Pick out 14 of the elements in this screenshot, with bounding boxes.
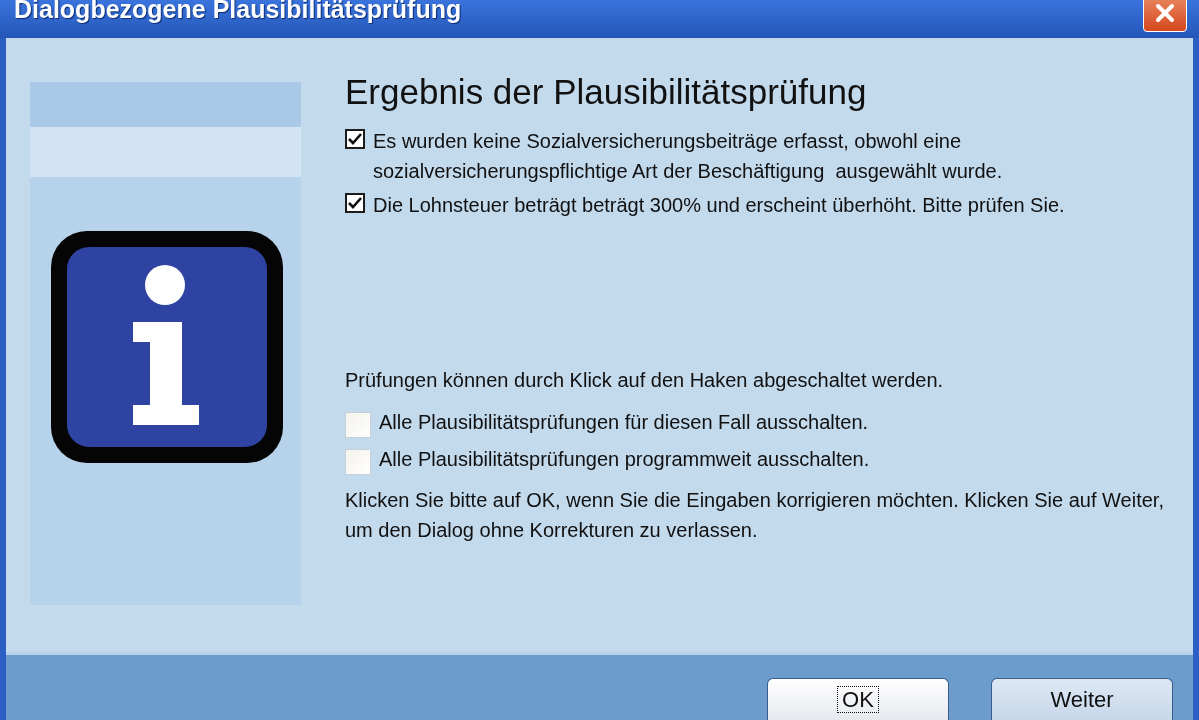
dialog-button[interactable]: Weiter: [991, 678, 1173, 720]
checkbox[interactable]: [345, 193, 365, 213]
dialog-button[interactable]: OK: [767, 678, 949, 720]
window-title: Dialogbezogene Plausibilitätsprüfung: [14, 0, 462, 24]
result-heading: Ergebnis der Plausibilitätsprüfung: [345, 72, 868, 112]
close-button[interactable]: [1143, 0, 1187, 32]
checkbox-label: Es wurden keine Sozialversicherungsbeiträge erfasst, obwohl eine sozialversicherungspflichtige Art der Beschäftigung ausgewählt wurde.: [373, 129, 1004, 184]
hint-text: Prüfungen können durch Klick auf den Haken abgeschaltet werden.: [345, 368, 945, 393]
checkbox-label: Alle Plausibilitätsprüfungen für diesen Fall ausschalten.: [379, 410, 869, 435]
close-icon: [1154, 2, 1176, 24]
checkbox-label: Alle Plausibilitätsprüfungen programmweit ausschalten.: [379, 447, 870, 472]
checkbox[interactable]: [345, 129, 365, 149]
checkbox-label: Die Lohnsteuer beträgt beträgt 300% und erscheint überhöht. Bitte prüfen Sie.: [373, 193, 1065, 218]
instruction-text: Klicken Sie bitte auf OK, wenn Sie die Eingaben korrigieren möchten. Klicken Sie auf Weiter, um den Dialog ohne Korrekturen zu verlassen.: [345, 488, 1165, 543]
